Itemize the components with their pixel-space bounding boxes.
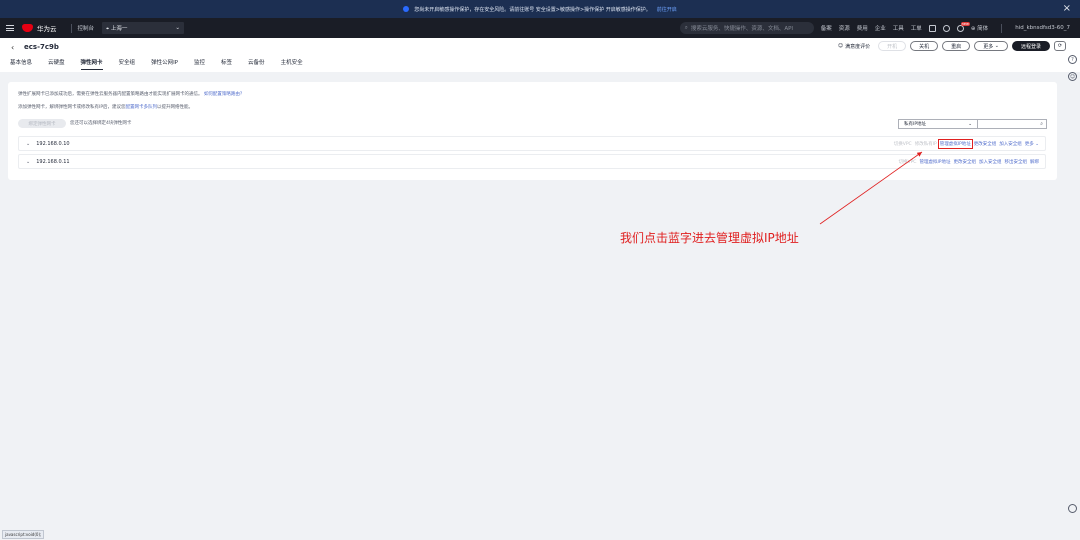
join-security-group-link[interactable]: 加入安全组: [999, 141, 1022, 147]
close-icon[interactable]: ×: [1063, 3, 1071, 14]
hamburger-menu-icon[interactable]: [6, 25, 14, 31]
nic-row[interactable]: ⌄ 192.168.0.10 切换VPC 修改私有IP 管理虚拟IP地址 更改安…: [18, 136, 1046, 151]
console-link[interactable]: 控制台: [78, 24, 95, 32]
unbind-link[interactable]: 解绑: [1030, 159, 1039, 165]
change-security-group-link[interactable]: 更改安全组: [974, 141, 997, 147]
chevron-down-icon: ⌄: [968, 121, 972, 127]
page-title: ecs-7c9b: [24, 43, 59, 51]
top-navigation: 华为云 控制台 ⌖ 上海一 ⌄ ⌕ 搜索云服务、快捷操作、资源、文档、API 备…: [0, 18, 1080, 38]
security-notice-bar: 您尚未开启敏感操作保护，存在安全风险。请前往账号 安全设置>敏感操作>操作保护 …: [0, 0, 1080, 18]
language-switch[interactable]: ⊕ 简体: [971, 24, 988, 32]
nic-row[interactable]: ⌄ 192.168.0.11 切换VPC 管理虚拟IP地址 更改安全组 加入安全…: [18, 154, 1046, 169]
tab-disks[interactable]: 云硬盘: [48, 58, 65, 70]
modify-private-ip-link[interactable]: 修改私有IP: [915, 141, 937, 147]
help-icon[interactable]: new: [956, 21, 970, 32]
huawei-logo-icon: [22, 24, 33, 32]
more-ops-link[interactable]: 更多 ⌄: [1025, 141, 1039, 147]
search-placeholder: 搜索云服务、快捷操作、资源、文档、API: [690, 26, 794, 32]
join-security-group-link[interactable]: 加入安全组: [979, 159, 1002, 165]
browser-status-url: javascript:void(0);: [2, 530, 45, 539]
manage-virtual-ip-link[interactable]: 管理虚拟IP地址: [937, 138, 973, 149]
routing-help-link[interactable]: 如何配置策略路由？: [204, 92, 245, 97]
search-icon: ⌕: [684, 24, 688, 31]
tab-backup[interactable]: 云备份: [248, 58, 265, 70]
notification-bell-icon[interactable]: [942, 24, 950, 32]
tab-network-interfaces[interactable]: 弹性网卡: [80, 58, 103, 70]
nav-link-billing[interactable]: 费用: [857, 24, 868, 32]
info-routing: 弹性扩展网卡已添加成功后，需要在弹性云服务器内配置策略路由才能实现扩展网卡的通信…: [18, 92, 245, 97]
divider: [70, 23, 72, 33]
multiqueue-link[interactable]: 配置网卡多队列: [126, 105, 158, 110]
nav-link-icp[interactable]: 备案: [821, 24, 832, 32]
new-badge: new: [960, 21, 970, 26]
global-search-input[interactable]: ⌕ 搜索云服务、快捷操作、资源、文档、API: [679, 22, 814, 34]
tab-tags[interactable]: 标签: [221, 58, 232, 70]
region-selector[interactable]: ⌖ 上海一 ⌄: [102, 22, 185, 34]
nic-ip: 192.168.0.10: [36, 140, 70, 147]
info-multiqueue: 添加弹性网卡，解绑弹性网卡或修改私有IP后，建议您配置网卡多队列以提升网络性能。: [18, 105, 194, 110]
feedback-link[interactable]: ☺ 满意度评价: [838, 43, 870, 50]
smiley-icon: ☺: [837, 43, 844, 49]
nic-operations: 切换VPC 修改私有IP 管理虚拟IP地址 更改安全组 加入安全组 更多 ⌄: [894, 138, 1039, 149]
monitor-icon[interactable]: [928, 24, 936, 32]
huawei-cloud-logo[interactable]: 华为云: [22, 23, 57, 33]
annotation-arrow: [819, 151, 923, 225]
filter-attribute-select[interactable]: 私有IP地址 ⌄: [898, 119, 978, 129]
region-label: ⌖ 上海一: [106, 25, 128, 32]
start-button[interactable]: 开机: [878, 41, 907, 51]
more-button[interactable]: 更多 ⌄: [974, 41, 1008, 51]
tab-monitoring[interactable]: 监控: [194, 58, 205, 70]
user-account[interactable]: hid_kbnsdfsd3-60_7: [1015, 25, 1070, 31]
shutdown-button[interactable]: 关机: [910, 41, 939, 51]
notice-enable-link[interactable]: 前往开启: [657, 6, 677, 13]
info-icon: [403, 6, 410, 12]
tab-eip[interactable]: 弹性公网IP: [151, 58, 178, 70]
filter-search-input[interactable]: ⌕: [977, 119, 1047, 129]
nic-panel: 弹性扩展网卡已添加成功后，需要在弹性云服务器内配置策略路由才能实现扩展网卡的通信…: [8, 82, 1057, 180]
bind-nic-button[interactable]: 绑定弹性网卡: [18, 119, 66, 128]
switch-vpc-link[interactable]: 切换VPC: [894, 141, 912, 147]
back-arrow-icon[interactable]: ‹: [11, 43, 14, 52]
expand-chevron-icon[interactable]: ⌄: [26, 141, 30, 147]
nav-link-tickets[interactable]: 工单: [911, 24, 922, 32]
help-icon[interactable]: ?: [1068, 55, 1077, 64]
topbar-right: ⌕ 搜索云服务、快捷操作、资源、文档、API 备案 资源 费用 企业 工具 工单…: [679, 18, 1080, 38]
nic-operations: 切换VPC 管理虚拟IP地址 更改安全组 加入安全组 移出安全组 解绑: [899, 159, 1039, 165]
notice-text: 您尚未开启敏感操作保护，存在安全风险。请前往账号 安全设置>敏感操作>操作保护 …: [414, 6, 651, 13]
feedback-label: 满意度评价: [845, 43, 871, 50]
customer-service-icon[interactable]: [1068, 504, 1077, 513]
manage-virtual-ip-link[interactable]: 管理虚拟IP地址: [919, 159, 950, 165]
annotation-text: 我们点击蓝字进去管理虚拟IP地址: [620, 231, 799, 245]
tab-security-groups[interactable]: 安全组: [119, 58, 136, 70]
nav-link-enterprise[interactable]: 企业: [875, 24, 886, 32]
bind-tip: 您还可以选择绑定4块弹性网卡: [70, 121, 132, 126]
search-icon: ⌕: [1040, 121, 1043, 127]
nic-ip: 192.168.0.11: [36, 158, 70, 165]
switch-vpc-link[interactable]: 切换VPC: [899, 159, 917, 165]
change-security-group-link[interactable]: 更改安全组: [954, 159, 977, 165]
tab-host-security[interactable]: 主机安全: [281, 58, 303, 70]
instance-tabs: 基本信息 云硬盘 弹性网卡 安全组 弹性公网IP 监控 标签 云备份 主机安全: [10, 58, 303, 70]
instance-actions: ☺ 满意度评价 开机 关机 重启 更多 ⌄ 远程登录 ⟳: [838, 41, 1066, 51]
filter-selected-value: 私有IP地址: [904, 122, 927, 127]
brand-name: 华为云: [37, 25, 57, 33]
restart-button[interactable]: 重启: [942, 41, 971, 51]
divider: [1001, 23, 1003, 33]
side-tools: ? ☺: [1068, 55, 1077, 81]
chevron-down-icon: ⌄: [175, 25, 181, 31]
refresh-icon[interactable]: ⟳: [1054, 41, 1066, 51]
leave-security-group-link[interactable]: 移出安全组: [1005, 159, 1028, 165]
nav-link-tools[interactable]: 工具: [893, 24, 904, 32]
expand-chevron-icon[interactable]: ⌄: [26, 159, 30, 165]
remote-login-button[interactable]: 远程登录: [1011, 41, 1050, 51]
instance-header: ‹ ecs-7c9b ☺ 满意度评价 开机 关机 重启 更多 ⌄ 远程登录 ⟳ …: [0, 38, 1080, 72]
smiley-icon[interactable]: ☺: [1068, 72, 1077, 81]
nav-link-resources[interactable]: 资源: [839, 24, 850, 32]
tab-basic-info[interactable]: 基本信息: [10, 58, 32, 70]
